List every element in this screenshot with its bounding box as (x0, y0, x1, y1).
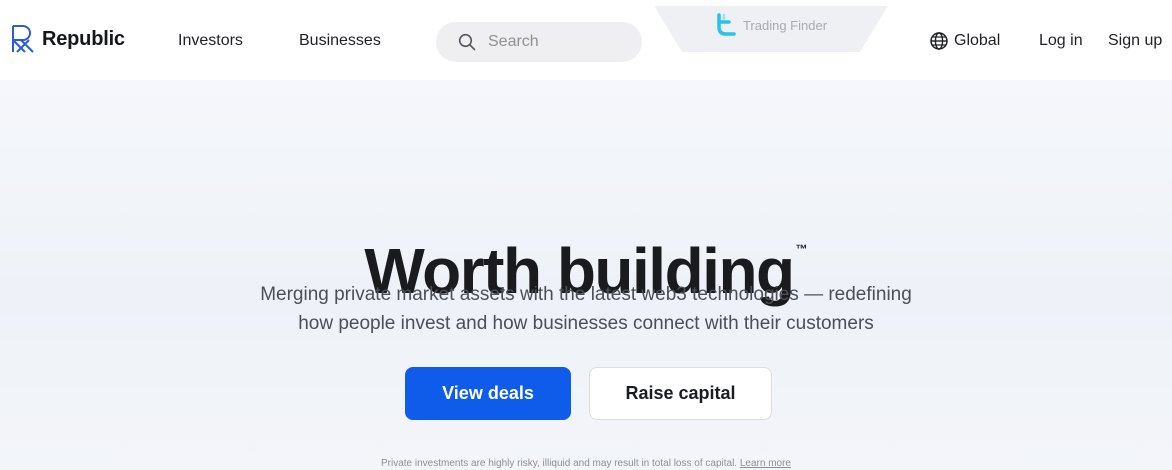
search-icon (458, 33, 476, 51)
disclaimer-text: Private investments are highly risky, il… (380, 458, 738, 469)
trading-finder-overlay: Trading Finder (654, 6, 888, 52)
risk-disclaimer: Private investments are highly risky, il… (0, 458, 1172, 469)
hero-subtitle-line-2: how people invest and how businesses con… (298, 313, 874, 334)
brand-name: Republic (42, 27, 125, 50)
raise-capital-button[interactable]: Raise capital (589, 367, 772, 420)
search-input[interactable] (488, 33, 618, 51)
learn-more-link[interactable]: Learn more (740, 458, 791, 469)
top-navigation: Republic Investors Businesses Trading Fi… (0, 0, 1172, 80)
view-deals-button[interactable]: View deals (405, 367, 571, 420)
search-box[interactable] (436, 22, 642, 62)
trading-finder-label: Trading Finder (742, 17, 828, 33)
region-selector[interactable]: Global (930, 32, 1000, 50)
login-link[interactable]: Log in (1039, 32, 1083, 50)
hero-subtitle: Merging private market assets with the l… (0, 280, 1172, 338)
nav-investors-link[interactable]: Investors (178, 32, 243, 50)
globe-icon (930, 32, 948, 50)
trademark-mark: ™ (795, 241, 808, 256)
republic-logo-link[interactable]: Republic (10, 24, 125, 54)
republic-logo-icon (12, 25, 34, 53)
nav-businesses-link[interactable]: Businesses (299, 32, 381, 50)
trading-finder-logo-icon (717, 13, 736, 36)
region-label: Global (954, 32, 1001, 49)
hero-subtitle-line-1: Merging private market assets with the l… (260, 284, 912, 305)
signup-link[interactable]: Sign up (1108, 32, 1162, 50)
